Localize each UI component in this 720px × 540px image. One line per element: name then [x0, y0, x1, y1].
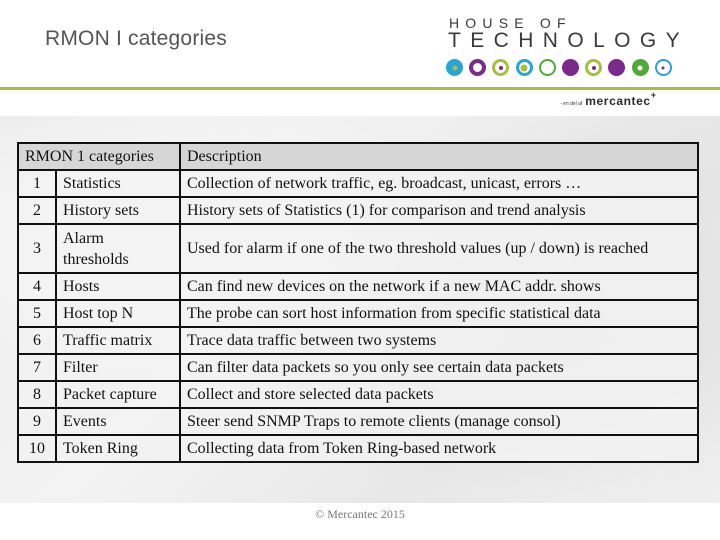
table-row: 1 Statistics Collection of network traffic… — [17, 169, 699, 198]
row-number: 5 — [17, 299, 57, 328]
logo-dots — [446, 59, 672, 76]
category-description: Used for alarm if one of the two thresho… — [179, 223, 699, 274]
copyright-footer: © Mercantec 2015 — [315, 507, 405, 521]
table-row: 2 History sets History sets of Statistics … — [17, 196, 699, 225]
category-description: Collect and store selected data packets — [179, 380, 699, 409]
category-name: Packet capture — [55, 380, 181, 409]
row-number: 10 — [17, 434, 57, 463]
category-name: Events — [55, 407, 181, 436]
tagline-prefix: - en del af — [560, 101, 583, 107]
logo-dot-center — [498, 65, 503, 70]
row-number: 8 — [17, 380, 57, 409]
category-description: Trace data traffic between two systems — [179, 326, 699, 355]
table-header-row: RMON 1 categories Description — [17, 142, 699, 171]
row-number: 2 — [17, 196, 57, 225]
row-number: 6 — [17, 326, 57, 355]
category-name: Host top N — [55, 299, 181, 328]
table-row: 10 Token Ring Collecting data from Token R… — [17, 434, 699, 463]
category-description: Can filter data packets so you only see … — [179, 353, 699, 382]
category-description: Steer send SNMP Traps to remote clients … — [179, 407, 699, 436]
category-description: History sets of Statistics (1) for compa… — [179, 196, 699, 225]
logo-dot-center — [591, 65, 596, 70]
category-description: The probe can sort host information from… — [179, 299, 699, 328]
logo-dot-icon — [446, 59, 463, 76]
logo-dot-icon — [492, 59, 510, 76]
logo-dot-center — [452, 65, 457, 70]
category-name: Token Ring — [55, 434, 181, 463]
category-name: History sets — [55, 196, 181, 225]
logo-dot-icon — [538, 59, 556, 76]
rmon-categories-table: RMON 1 categories Description 1 Statistic… — [17, 142, 699, 463]
table-row: 6 Traffic matrix Trace data traffic betwee… — [17, 326, 699, 355]
plus-icon: + — [650, 90, 656, 100]
row-number: 1 — [17, 169, 57, 198]
logo-dot-center — [661, 66, 665, 69]
logo-line-2: TECHNOLOGY — [448, 29, 690, 52]
logo-dot-icon — [631, 59, 649, 76]
table-row: 5 Host top N The probe can sort host infor… — [17, 299, 699, 328]
category-name: Traffic matrix — [55, 326, 181, 355]
category-description: Collecting data from Token Ring-based ne… — [179, 434, 699, 463]
header-divider — [0, 87, 720, 90]
logo-dot-icon — [469, 59, 487, 76]
logo-dot-center — [520, 64, 528, 71]
category-name: Statistics — [55, 169, 181, 198]
logo-dot-center — [637, 65, 643, 70]
category-name: Hosts — [55, 272, 181, 301]
table-row: 3 Alarm thresholds Used for alarm if one o… — [17, 223, 699, 274]
table-row: 9 Events Steer send SNMP Traps to remote c… — [17, 407, 699, 436]
logo-dot-icon — [608, 59, 626, 76]
category-name: Alarm thresholds — [55, 223, 181, 274]
header-categories: RMON 1 categories — [17, 142, 181, 171]
row-number: 3 — [17, 223, 57, 274]
row-number: 4 — [17, 272, 57, 301]
row-number: 7 — [17, 353, 57, 382]
category-description: Can find new devices on the network if a… — [179, 272, 699, 301]
table-row: 8 Packet capture Collect and store selecte… — [17, 380, 699, 409]
category-name: Filter — [55, 353, 181, 382]
logo-dot-icon — [585, 59, 603, 76]
mercantec-wordmark: mercantec — [585, 94, 651, 108]
table-row: 7 Filter Can filter data packets so you on… — [17, 353, 699, 382]
logo-dot-icon — [515, 59, 533, 76]
row-number: 9 — [17, 407, 57, 436]
mercantec-tagline: - en del af mercantec + — [560, 90, 656, 108]
logo-dot-icon — [654, 59, 672, 76]
table-row: 4 Hosts Can find new devices on the networ… — [17, 272, 699, 301]
header-description: Description — [179, 142, 699, 171]
category-description: Collection of network traffic, eg. broad… — [179, 169, 699, 198]
logo-dot-icon — [561, 59, 579, 76]
slide-title: RMON I categories — [45, 27, 227, 50]
